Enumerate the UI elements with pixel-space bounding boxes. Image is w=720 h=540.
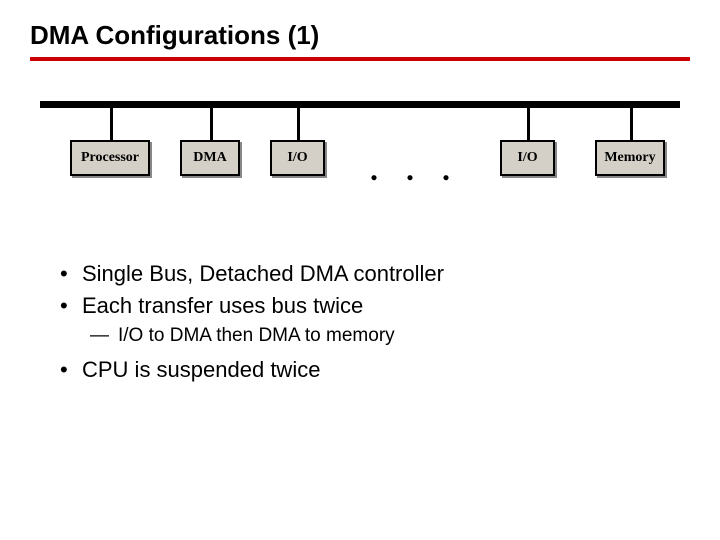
bus-diagram: Processor DMA I/O . . . I/O Memory — [40, 101, 680, 221]
system-bus-line — [40, 101, 680, 108]
bus-stub — [210, 108, 213, 140]
bullet-item: CPU is suspended twice — [60, 357, 690, 383]
bullet-list: Single Bus, Detached DMA controller Each… — [60, 261, 690, 319]
ellipsis-icon: . . . — [370, 151, 460, 188]
module-io-1: I/O — [270, 140, 325, 176]
bus-stub — [110, 108, 113, 140]
slide-title: DMA Configurations (1) — [30, 20, 690, 61]
bullet-item: Each transfer uses bus twice — [60, 293, 690, 319]
sub-bullet-list: I/O to DMA then DMA to memory — [90, 325, 690, 347]
module-dma: DMA — [180, 140, 240, 176]
sub-bullet-item: I/O to DMA then DMA to memory — [90, 325, 690, 347]
bus-stub — [630, 108, 633, 140]
module-processor: Processor — [70, 140, 150, 176]
module-memory: Memory — [595, 140, 665, 176]
bullet-list: CPU is suspended twice — [60, 357, 690, 383]
module-io-2: I/O — [500, 140, 555, 176]
bus-stub — [297, 108, 300, 140]
bullet-item: Single Bus, Detached DMA controller — [60, 261, 690, 287]
bus-stub — [527, 108, 530, 140]
